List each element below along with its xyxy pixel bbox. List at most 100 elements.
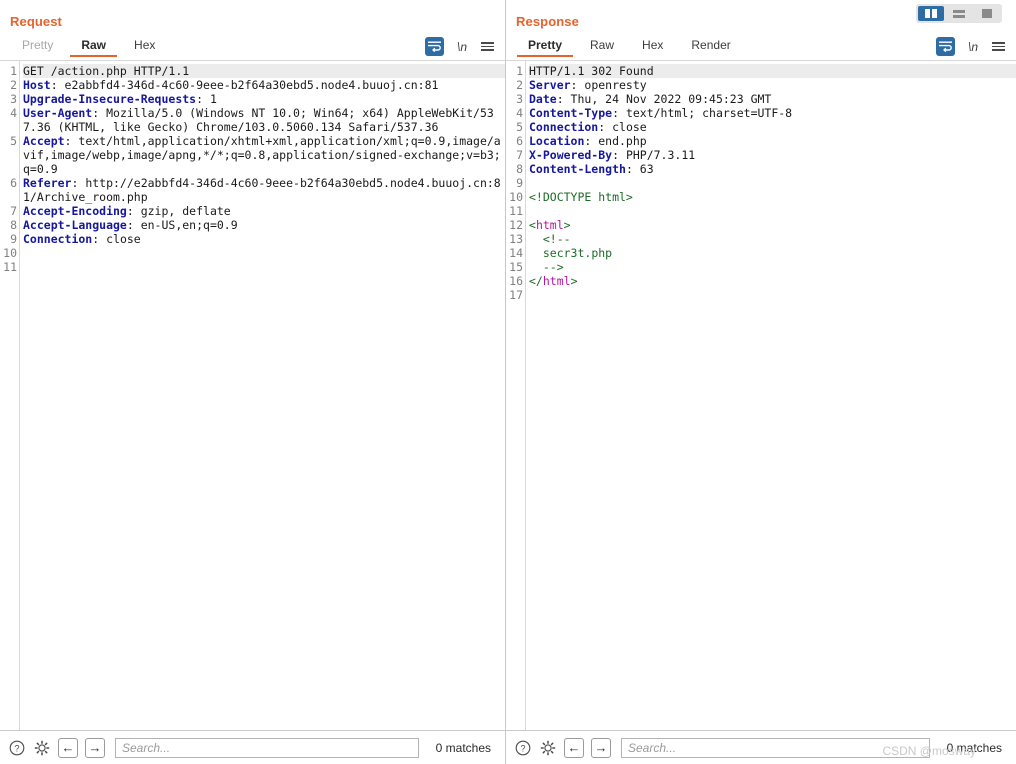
code-token: : openresty <box>570 78 647 92</box>
code-line: --> <box>529 260 1016 274</box>
code-line: GET /action.php HTTP/1.1 <box>23 64 505 78</box>
line-number: 1 <box>10 64 17 78</box>
response-match-count: 0 matches <box>946 740 1002 755</box>
word-wrap-icon[interactable] <box>935 37 955 56</box>
code-line: Location: end.php <box>529 134 1016 148</box>
line-number: 5 <box>10 134 17 148</box>
code-token: < <box>529 218 536 232</box>
line-number: 6 <box>516 134 523 148</box>
code-token: : end.php <box>584 134 647 148</box>
request-match-count: 0 matches <box>435 740 491 755</box>
code-line: <!-- <box>529 232 1016 246</box>
tab-request-hex[interactable]: Hex <box>120 36 169 56</box>
word-wrap-icon[interactable] <box>424 37 444 56</box>
code-token: : close <box>598 120 647 134</box>
response-bottom-toolbar: ? ← → 0 matches <box>506 730 1016 764</box>
single-pane-icon <box>982 9 992 18</box>
line-number: 3 <box>10 92 17 106</box>
gear-icon[interactable] <box>33 739 51 757</box>
layout-side-by-side-button[interactable] <box>918 6 944 21</box>
code-token: html <box>542 274 571 288</box>
line-number: 5 <box>516 120 523 134</box>
line-number: 11 <box>3 260 17 274</box>
code-token: : gzip, deflate <box>126 204 231 218</box>
code-line: Server: openresty <box>529 78 1016 92</box>
code-token: </ <box>529 274 543 288</box>
question-mark-icon[interactable]: ? <box>514 739 532 757</box>
line-number: 6 <box>10 176 17 190</box>
request-bottom-toolbar: ? ← → 0 matches <box>0 730 505 764</box>
tab-response-hex[interactable]: Hex <box>628 36 677 56</box>
code-token: : en-US,en;q=0.9 <box>126 218 238 232</box>
tab-response-render[interactable]: Render <box>677 36 744 56</box>
code-line: Content-Type: text/html; charset=UTF-8 <box>529 106 1016 120</box>
code-token: : e2abbfd4-346d-4c60-9eee-b2f64a30ebd5.n… <box>50 78 439 92</box>
line-number: 3 <box>516 92 523 106</box>
request-editor[interactable]: 1 2 3 4 5 6 7 8 9 10 11 GET /action.php HTTP/1.1 Ho… <box>0 61 505 730</box>
layout-stacked-button[interactable] <box>946 6 972 21</box>
line-number: 2 <box>516 78 523 92</box>
code-token: <!-- <box>529 232 571 246</box>
response-search-input[interactable] <box>621 737 930 758</box>
code-line: Content-Length: 63 <box>529 162 1016 176</box>
request-code[interactable]: GET /action.php HTTP/1.1 Host: e2abbfd4-3… <box>20 61 505 730</box>
code-token: Accept-Language <box>23 218 127 232</box>
response-editor[interactable]: 1 2 3 4 5 6 7 8 9 10 11 12 13 14 15 16 17 HTTP/1.1 302 F… <box>506 61 1016 730</box>
line-number: 10 <box>3 246 17 260</box>
code-token: Connection <box>529 120 599 134</box>
code-line: Host: e2abbfd4-346d-4c60-9eee-b2f64a30eb… <box>23 78 505 92</box>
line-number: 2 <box>10 78 17 92</box>
line-number: 16 <box>509 274 523 288</box>
tab-response-pretty[interactable]: Pretty <box>514 36 576 57</box>
newline-toggle-icon[interactable]: \n <box>457 40 467 54</box>
request-tabbar: Pretty Raw Hex \n <box>0 36 505 61</box>
code-line: Upgrade-Insecure-Requests: 1 <box>23 92 505 106</box>
code-token: X-Powered-By <box>529 148 613 162</box>
code-token: secr3t.php <box>529 246 613 260</box>
arrow-right-icon[interactable]: → <box>85 737 105 758</box>
code-token: GET /action.php HTTP/1.1 <box>23 64 190 78</box>
code-line: HTTP/1.1 302 Found <box>529 64 1016 78</box>
line-number: 7 <box>516 148 523 162</box>
layout-single-button[interactable] <box>974 6 1000 21</box>
newline-toggle-icon[interactable]: \n <box>968 40 978 54</box>
code-token: : PHP/7.3.11 <box>612 148 696 162</box>
hamburger-menu-icon[interactable] <box>991 40 1006 53</box>
code-token: Location <box>529 134 585 148</box>
code-token: Date <box>529 92 557 106</box>
code-token: Upgrade-Insecure-Requests <box>23 92 197 106</box>
line-number: 13 <box>509 232 523 246</box>
rows-icon <box>953 9 965 18</box>
line-number: 11 <box>509 204 523 218</box>
layout-switcher <box>916 4 1002 23</box>
line-number: 8 <box>516 162 523 176</box>
request-title: Request <box>10 14 62 29</box>
tab-response-raw[interactable]: Raw <box>576 36 628 56</box>
hamburger-menu-icon[interactable] <box>480 40 495 53</box>
code-token: Accept <box>23 134 65 148</box>
code-token: : text/html,application/xhtml+xml,applic… <box>23 134 501 176</box>
response-panel: Response Pretty Raw Hex Render \n 1 2 3 … <box>506 0 1016 764</box>
tab-request-pretty[interactable]: Pretty <box>8 36 67 56</box>
question-mark-icon[interactable]: ? <box>8 739 26 757</box>
arrow-left-icon[interactable]: ← <box>58 737 78 758</box>
request-line-numbers: 1 2 3 4 5 6 7 8 9 10 11 <box>0 61 20 730</box>
arrow-right-icon[interactable]: → <box>591 737 611 758</box>
gear-icon[interactable] <box>539 739 557 757</box>
request-search-input[interactable] <box>115 737 419 758</box>
response-code[interactable]: HTTP/1.1 302 Found Server: openresty Date:… <box>526 61 1016 730</box>
code-token: --> <box>529 260 564 274</box>
line-number: 9 <box>516 176 523 190</box>
code-token: : Thu, 24 Nov 2022 09:45:23 GMT <box>556 92 772 106</box>
tab-request-raw[interactable]: Raw <box>67 36 120 57</box>
line-number: 10 <box>509 190 523 204</box>
code-line: Accept-Language: en-US,en;q=0.9 <box>23 218 505 232</box>
code-token: > <box>563 218 571 232</box>
arrow-left-icon[interactable]: ← <box>564 737 584 758</box>
code-line: Date: Thu, 24 Nov 2022 09:45:23 GMT <box>529 92 1016 106</box>
code-token: Connection <box>23 232 93 246</box>
code-token: : http://e2abbfd4-346d-4c60-9eee-b2f64a3… <box>23 176 501 204</box>
